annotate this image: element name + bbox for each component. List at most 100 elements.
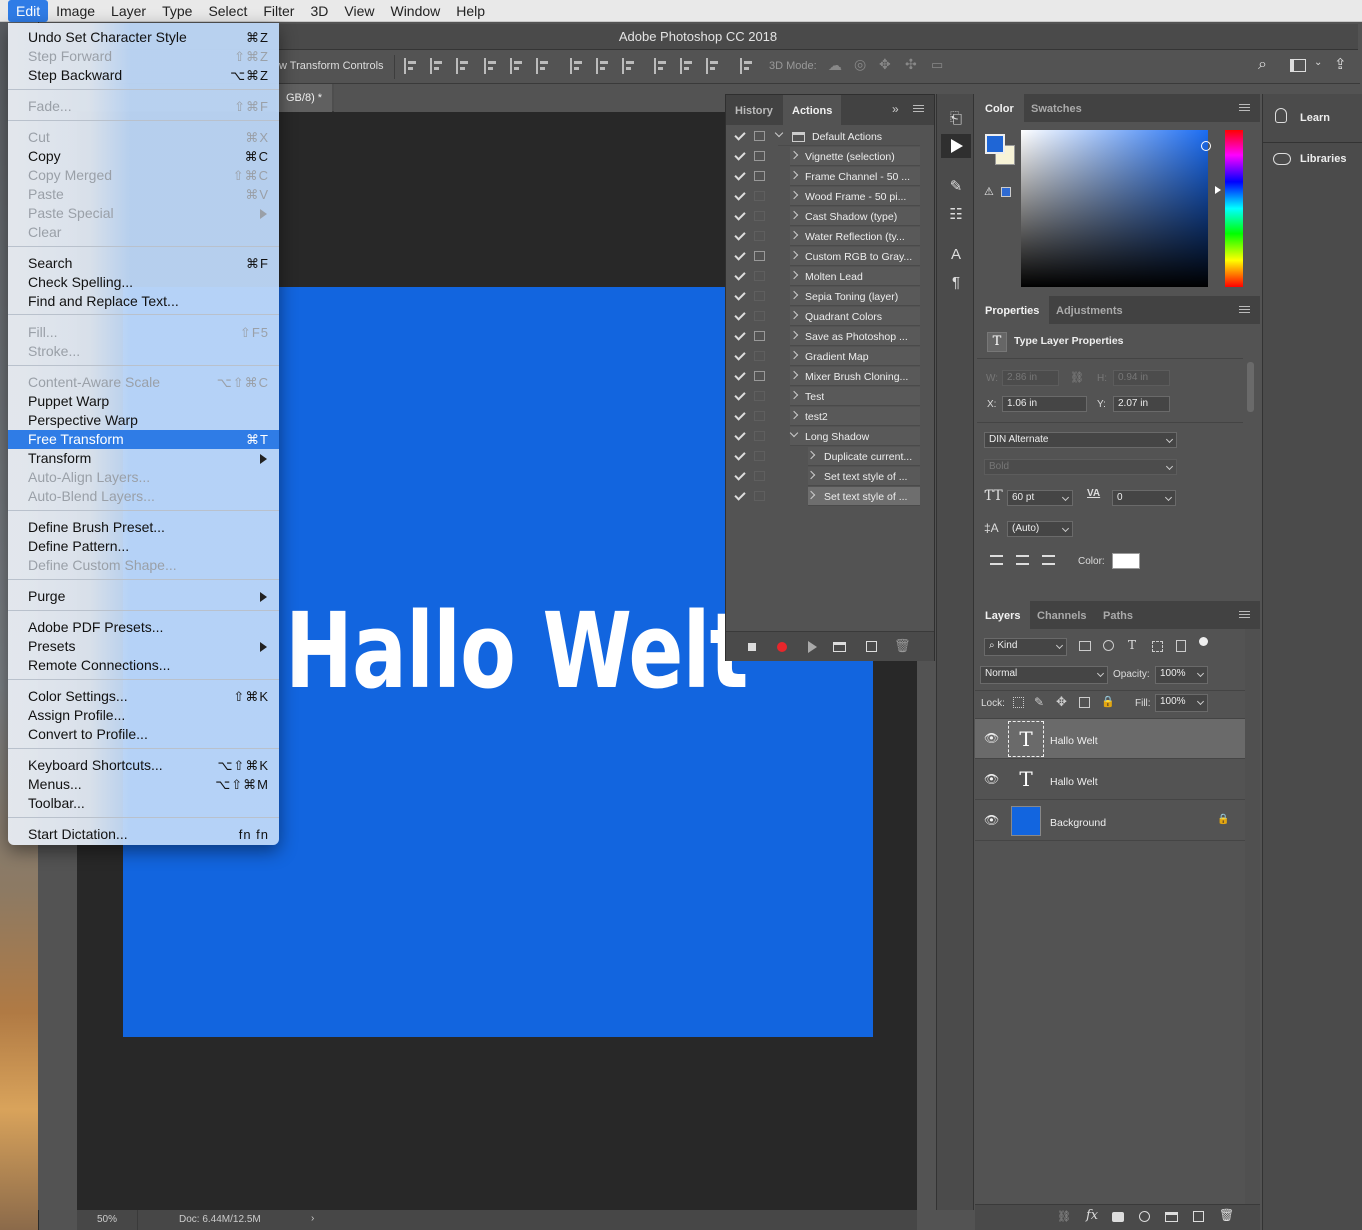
menu-item-step-backward[interactable]: Step Backward ⌥⌘Z xyxy=(8,66,279,85)
checkmark-icon[interactable] xyxy=(734,230,746,242)
checkmark-icon[interactable] xyxy=(734,170,746,182)
menu-item-step-forward[interactable]: Step Forward ⇧⌘Z xyxy=(8,47,279,66)
tracking-field[interactable]: 0 xyxy=(1112,490,1176,506)
menu-item-search[interactable]: Search ⌘F xyxy=(8,254,279,273)
tab-swatches[interactable]: Swatches xyxy=(1021,94,1092,122)
align-hcenter-icon[interactable] xyxy=(510,58,524,74)
align-left-icon[interactable] xyxy=(484,58,498,74)
menu-item-free-transform[interactable]: Free Transform ⌘T xyxy=(8,430,279,449)
text-color-swatch[interactable] xyxy=(1112,553,1140,569)
action-row[interactable]: Water Reflection (ty... xyxy=(728,227,920,247)
zoom-level[interactable]: 50% xyxy=(97,1214,117,1225)
learn-button[interactable]: Learn xyxy=(1263,102,1362,138)
font-family-dropdown[interactable]: DIN Alternate xyxy=(984,432,1177,448)
align-left-text-icon[interactable] xyxy=(990,555,1003,565)
tab-color[interactable]: Color xyxy=(975,94,1024,122)
canvas-text-layer[interactable]: Hallo Welt xyxy=(285,590,748,712)
blend-mode-dropdown[interactable]: Normal xyxy=(980,666,1108,684)
dialog-toggle-icon[interactable] xyxy=(754,171,765,181)
brush-icon[interactable]: ✎ xyxy=(947,178,965,196)
lock-pixels-icon[interactable]: ✎ xyxy=(1034,695,1044,709)
tab-layers[interactable]: Layers xyxy=(975,601,1031,629)
dialog-toggle-icon[interactable] xyxy=(754,211,765,221)
menu-item-fade[interactable]: Fade... ⇧⌘F xyxy=(8,97,279,116)
menu-item-find-replace-text[interactable]: Find and Replace Text... xyxy=(8,292,279,311)
action-row[interactable]: Molten Lead xyxy=(728,267,920,287)
menu-item-remote-connections[interactable]: Remote Connections... xyxy=(8,656,279,675)
3d-pan-icon[interactable]: ✥ xyxy=(879,56,891,73)
dialog-toggle-icon[interactable] xyxy=(754,131,765,141)
action-row[interactable]: Custom RGB to Gray... xyxy=(728,247,920,267)
menu-item-color-settings[interactable]: Color Settings... ⇧⌘K xyxy=(8,687,279,706)
new-layer-icon[interactable] xyxy=(1193,1211,1204,1222)
checkmark-icon[interactable] xyxy=(734,410,746,422)
menu-edit[interactable]: Edit xyxy=(8,0,49,22)
lock-transparent-icon[interactable] xyxy=(1013,697,1024,708)
menu-item-undo[interactable]: Undo Set Character Style ⌘Z xyxy=(8,28,279,47)
auto-align-icon[interactable] xyxy=(740,58,754,74)
menu-item-perspective-warp[interactable]: Perspective Warp xyxy=(8,411,279,430)
link-icon[interactable]: ⛓ xyxy=(1070,371,1084,384)
character-icon[interactable]: A xyxy=(947,246,965,264)
align-right-icon[interactable] xyxy=(536,58,550,74)
expand-icon[interactable]: » xyxy=(892,102,899,116)
transform-controls-label[interactable]: w Transform Controls xyxy=(279,60,384,72)
distribute-right-icon[interactable] xyxy=(706,58,720,74)
dialog-toggle-icon[interactable] xyxy=(754,311,765,321)
hue-slider-handle[interactable] xyxy=(1215,186,1221,194)
layer-name[interactable]: Background xyxy=(1050,817,1106,829)
dialog-toggle-icon[interactable] xyxy=(754,391,765,401)
menu-item-adobe-pdf-presets[interactable]: Adobe PDF Presets... xyxy=(8,618,279,637)
dialog-toggle-icon[interactable] xyxy=(754,251,765,261)
opacity-field[interactable]: 100% xyxy=(1155,666,1208,684)
menu-image[interactable]: Image xyxy=(48,0,103,22)
menu-item-stroke[interactable]: Stroke... xyxy=(8,342,279,361)
lock-all-icon[interactable]: 🔒 xyxy=(1101,695,1115,708)
panel-menu-icon[interactable] xyxy=(1239,611,1250,618)
menu-item-start-dictation[interactable]: Start Dictation... fn fn xyxy=(8,825,279,844)
checkmark-icon[interactable] xyxy=(734,130,746,142)
action-row[interactable]: test2 xyxy=(728,407,920,427)
layer-name[interactable]: Hallo Welt xyxy=(1050,735,1098,747)
action-set-row[interactable]: Default Actions xyxy=(728,127,920,147)
search-icon[interactable]: ⌕ xyxy=(1258,56,1267,74)
tab-actions[interactable]: Actions xyxy=(783,95,842,125)
menu-help[interactable]: Help xyxy=(448,0,493,22)
brush-settings-icon[interactable]: ☷ xyxy=(947,206,965,224)
menu-item-paste-special[interactable]: Paste Special xyxy=(8,204,279,223)
document-tab[interactable]: GB/8) * xyxy=(276,84,333,112)
action-row[interactable]: Vignette (selection) xyxy=(728,147,920,167)
align-bottom-icon[interactable] xyxy=(456,58,470,74)
menu-item-menus[interactable]: Menus... ⌥⇧⌘M xyxy=(8,775,279,794)
checkmark-icon[interactable] xyxy=(734,310,746,322)
lock-position-icon[interactable]: ✥ xyxy=(1056,694,1067,710)
menu-3d[interactable]: 3D xyxy=(302,0,336,22)
tab-channels[interactable]: Channels xyxy=(1027,601,1097,629)
workspace-icon[interactable] xyxy=(1290,59,1306,72)
panel-menu-icon[interactable] xyxy=(913,105,924,112)
foreground-color-swatch[interactable] xyxy=(985,134,1005,154)
pixel-filter-icon[interactable] xyxy=(1079,641,1091,651)
link-layers-icon[interactable]: ⛓ xyxy=(1057,1210,1071,1223)
menu-item-keyboard-shortcuts[interactable]: Keyboard Shortcuts... ⌥⇧⌘K xyxy=(8,756,279,775)
new-set-icon[interactable] xyxy=(833,642,846,652)
3d-camera-icon[interactable]: ▭ xyxy=(931,57,943,73)
checkmark-icon[interactable] xyxy=(734,490,746,502)
trash-icon[interactable]: 🗑 xyxy=(894,638,911,654)
menu-item-define-pattern[interactable]: Define Pattern... xyxy=(8,537,279,556)
menu-item-check-spelling[interactable]: Check Spelling... xyxy=(8,273,279,292)
play-icon[interactable] xyxy=(951,139,963,153)
font-style-dropdown[interactable]: Bold xyxy=(984,459,1177,475)
menu-item-define-brush-preset[interactable]: Define Brush Preset... xyxy=(8,518,279,537)
align-vcenter-icon[interactable] xyxy=(430,58,444,74)
menu-item-copy-merged[interactable]: Copy Merged ⇧⌘C xyxy=(8,166,279,185)
new-group-icon[interactable] xyxy=(1165,1212,1178,1222)
distribute-top-icon[interactable] xyxy=(570,58,584,74)
adjustment-layer-icon[interactable] xyxy=(1139,1211,1150,1222)
3d-roll-icon[interactable]: ◎ xyxy=(854,56,866,73)
checkmark-icon[interactable] xyxy=(734,150,746,162)
menu-item-auto-align-layers[interactable]: Auto-Align Layers... xyxy=(8,468,279,487)
eye-icon[interactable]: 👁 xyxy=(984,772,999,786)
menu-view[interactable]: View xyxy=(336,0,382,22)
properties-scrollbar[interactable] xyxy=(1247,362,1254,412)
